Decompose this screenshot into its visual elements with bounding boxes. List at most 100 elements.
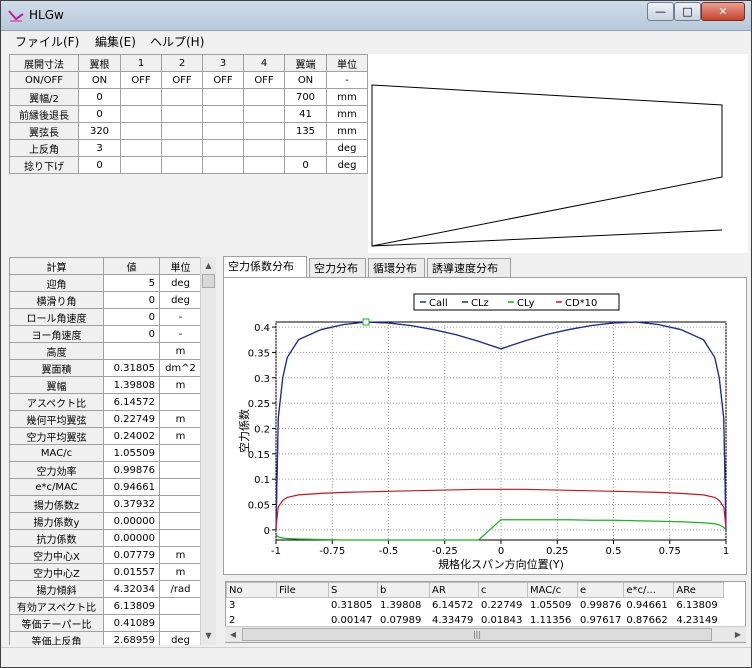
focused-cell[interactable] xyxy=(284,139,327,157)
table-cell[interactable]: 0 xyxy=(78,88,121,106)
table-cell[interactable]: OFF xyxy=(120,71,162,89)
table-cell[interactable] xyxy=(161,105,203,123)
scroll-thumb[interactable] xyxy=(202,274,215,288)
scroll-down-icon[interactable]: ▼ xyxy=(201,628,216,643)
table-cell: mm xyxy=(326,105,368,123)
value-cell[interactable] xyxy=(103,342,160,360)
minimize-button[interactable]: — xyxy=(647,2,674,21)
unit-cell: - xyxy=(159,308,202,326)
value-cell[interactable]: 0.07779 xyxy=(103,546,160,564)
scroll-right-icon[interactable]: ▶ xyxy=(730,627,746,642)
table-cell[interactable] xyxy=(243,156,285,174)
table-header-row: No File Sb AR c MAC/c e e*c/... ARe xyxy=(226,582,725,598)
table-cell[interactable] xyxy=(243,105,285,123)
header-cell[interactable]: b xyxy=(377,582,430,598)
x-tick-label: 1 xyxy=(723,546,729,557)
value-cell[interactable]: 6.13809 xyxy=(103,597,160,615)
table-cell[interactable] xyxy=(120,105,162,123)
table-row[interactable]: 3 0.31805 1.39808 6.14572 0.22749 1.05509 0.99… xyxy=(226,597,725,613)
value-cell[interactable]: 1.05509 xyxy=(103,444,160,462)
horizontal-splitter[interactable] xyxy=(9,253,749,256)
table-cell[interactable] xyxy=(161,139,203,157)
header-cell[interactable]: c xyxy=(478,582,528,598)
value-cell[interactable]: 0.99876 xyxy=(103,461,160,479)
scroll-left-icon[interactable]: ◀ xyxy=(225,627,241,642)
value-cell[interactable]: 0 xyxy=(103,308,160,326)
close-button[interactable]: ✕ xyxy=(701,2,745,21)
table-cell[interactable]: 320 xyxy=(78,122,121,140)
value-cell[interactable]: 0.94661 xyxy=(103,478,160,496)
table-cell[interactable]: OFF xyxy=(243,71,285,89)
header-cell[interactable]: ARe xyxy=(673,582,725,598)
value-cell[interactable]: 0.01557 xyxy=(103,563,160,581)
scroll-thumb[interactable]: ||| xyxy=(242,628,712,641)
table-cell[interactable]: 3 xyxy=(78,139,121,157)
y-tick-label: 0.35 xyxy=(248,348,270,359)
value-cell[interactable]: 0.31805 xyxy=(103,359,160,377)
header-cell: 単位 xyxy=(159,257,202,275)
table-cell[interactable]: 0 xyxy=(284,156,327,174)
table-cell[interactable] xyxy=(243,88,285,106)
value-cell[interactable]: 1.39808 xyxy=(103,376,160,394)
header-cell: 3 xyxy=(202,54,244,72)
table-cell[interactable]: 41 xyxy=(284,105,327,123)
results-horizontal-scrollbar[interactable]: ◀ ||| ▶ xyxy=(225,626,746,642)
table-cell[interactable] xyxy=(161,156,203,174)
menu-edit[interactable]: 編集(E) xyxy=(95,33,136,50)
menu-file[interactable]: ファイル(F) xyxy=(15,33,79,50)
header-cell[interactable]: S xyxy=(328,582,378,598)
value-cell[interactable]: 0.24002 xyxy=(103,427,160,445)
header-cell[interactable]: e xyxy=(576,582,625,598)
header-cell: 1 xyxy=(120,54,162,72)
menu-help[interactable]: ヘルプ(H) xyxy=(150,33,204,50)
header-cell[interactable]: e*c/... xyxy=(623,582,675,598)
maximize-button[interactable]: □ xyxy=(674,2,701,21)
value-cell[interactable]: 6.14572 xyxy=(103,393,160,411)
table-cell[interactable] xyxy=(243,122,285,140)
tab-aero-coefficient[interactable]: 空力係数分布 xyxy=(223,256,307,277)
table-cell[interactable] xyxy=(202,156,244,174)
value-cell[interactable]: 0 xyxy=(103,291,160,309)
table-cell[interactable] xyxy=(243,139,285,157)
value-cell[interactable]: 2.68959 xyxy=(103,631,160,645)
table-cell[interactable] xyxy=(202,139,244,157)
tab-circulation[interactable]: 循環分布 xyxy=(368,258,425,277)
legend-label: CLz xyxy=(471,298,489,309)
value-cell[interactable]: 0.00000 xyxy=(103,512,160,530)
table-cell[interactable]: OFF xyxy=(202,71,244,89)
table-cell[interactable] xyxy=(120,122,162,140)
table-cell[interactable] xyxy=(202,88,244,106)
table-cell[interactable] xyxy=(120,156,162,174)
table-cell[interactable] xyxy=(202,105,244,123)
header-cell[interactable]: MAC/c xyxy=(527,582,578,598)
table-cell[interactable] xyxy=(120,88,162,106)
table-cell[interactable]: ON xyxy=(78,71,121,89)
value-cell[interactable]: 0.00000 xyxy=(103,529,160,547)
table-cell[interactable]: 0 xyxy=(78,105,121,123)
table-cell[interactable] xyxy=(120,139,162,157)
tab-aero-distribution[interactable]: 空力分布 xyxy=(309,258,366,277)
table-cell[interactable]: ON xyxy=(284,71,327,89)
table-cell[interactable]: 700 xyxy=(284,88,327,106)
header-cell[interactable]: File xyxy=(276,582,329,598)
table-cell[interactable] xyxy=(161,88,203,106)
value-cell[interactable]: 4.32034 xyxy=(103,580,160,598)
table-cell[interactable]: 0 xyxy=(78,156,121,174)
value-cell[interactable]: 0.41089 xyxy=(103,614,160,632)
legend-label: Call xyxy=(429,298,448,309)
table-cell[interactable] xyxy=(161,122,203,140)
value-cell[interactable]: 0 xyxy=(103,325,160,343)
header-cell[interactable]: No xyxy=(226,582,277,598)
calc-vertical-scrollbar[interactable]: ▲ ▼ xyxy=(200,257,216,645)
table-cell[interactable] xyxy=(202,122,244,140)
value-cell[interactable]: 0.37932 xyxy=(103,495,160,513)
table-cell[interactable]: OFF xyxy=(161,71,203,89)
value-cell[interactable]: 0.22749 xyxy=(103,410,160,428)
tab-induced-velocity[interactable]: 誘導速度分布 xyxy=(427,258,511,277)
value-cell[interactable]: 5 xyxy=(103,274,160,292)
table-cell: 0.99876 xyxy=(576,597,625,613)
scroll-up-icon[interactable]: ▲ xyxy=(201,258,216,273)
header-cell[interactable]: AR xyxy=(429,582,479,598)
table-cell[interactable]: 135 xyxy=(284,122,327,140)
unit-cell xyxy=(159,444,202,462)
